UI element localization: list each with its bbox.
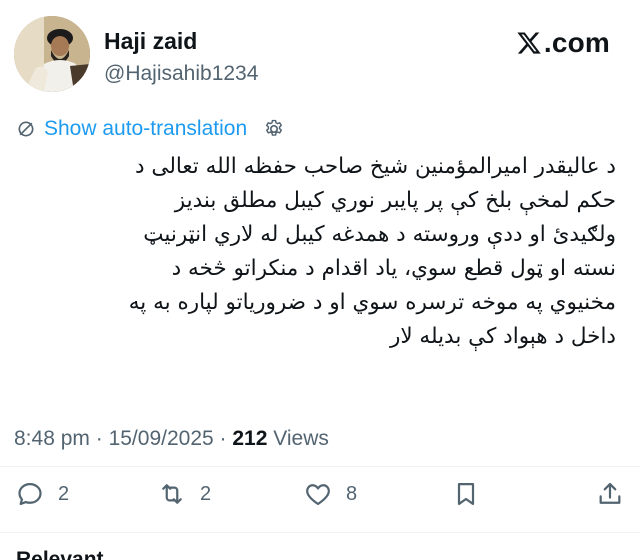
meta-separator: · xyxy=(219,427,227,450)
tweet-text-line: نسته او ټول قطع سوي، یاد اقدام د منکراتو… xyxy=(171,256,616,281)
tweet-text-line: داخل د هېواد کې بدیله لار xyxy=(389,324,616,349)
views-count: 212 xyxy=(232,427,268,450)
repost-icon xyxy=(162,484,182,504)
tweet-text-line: ولګیدئ او ددې وروسته د همدغه کیبل له لار… xyxy=(143,222,616,247)
translate-disabled-icon xyxy=(18,121,34,137)
bookmark-icon xyxy=(457,482,475,506)
tweet-date[interactable]: 15/09/2025 xyxy=(109,427,214,450)
share-icon xyxy=(599,482,621,504)
tweet-text-line: د عالیقدر امیرالمؤمنین شیخ صاحب حفظه الل… xyxy=(134,154,616,179)
repost-button[interactable]: 2 xyxy=(158,480,211,508)
repost-count: 2 xyxy=(200,482,212,505)
share-button[interactable] xyxy=(596,480,624,508)
like-count: 8 xyxy=(346,482,358,505)
x-logo-icon xyxy=(517,32,541,54)
divider xyxy=(0,466,640,467)
tweet-text-line: حکم لمخې بلخ کې پر پایبر نوري کیبل مطلق … xyxy=(174,188,616,213)
brand-domain-text: .com xyxy=(543,27,610,58)
views-label: Views xyxy=(273,427,329,450)
reply-button[interactable]: 2 xyxy=(16,480,69,508)
avatar-photo xyxy=(14,16,90,92)
author-display-name[interactable]: Haji zaid xyxy=(104,28,197,55)
like-button[interactable]: 8 xyxy=(304,480,357,508)
heart-icon xyxy=(306,484,330,506)
tweet-meta: 8:48 pm · 15/09/2025 · 212 Views xyxy=(14,427,329,451)
x-brand: .com xyxy=(516,27,610,59)
avatar[interactable] xyxy=(14,16,90,92)
reply-icon xyxy=(18,482,42,506)
relevant-sort-dropdown[interactable]: Relevant ⌄ xyxy=(16,547,127,560)
tweet-text: د عالیقدر امیرالمؤمنین شیخ صاحب حفظه الل… xyxy=(40,150,616,354)
action-bar: 2 2 8 xyxy=(0,480,640,512)
meta-separator: · xyxy=(95,427,103,450)
tweet-text-line: مخنیوي په موخه ترسره سوي او د ضروریاتو ل… xyxy=(128,290,616,315)
divider xyxy=(0,532,640,533)
gear-icon[interactable] xyxy=(263,118,285,140)
reply-count: 2 xyxy=(58,482,70,505)
tweet-time[interactable]: 8:48 pm xyxy=(14,427,90,450)
auto-translation-row: Show auto-translation xyxy=(16,117,285,141)
author-handle[interactable]: @Hajisahib1234 xyxy=(104,62,258,86)
bookmark-button[interactable] xyxy=(452,480,480,508)
show-auto-translation-link[interactable]: Show auto-translation xyxy=(44,117,247,141)
